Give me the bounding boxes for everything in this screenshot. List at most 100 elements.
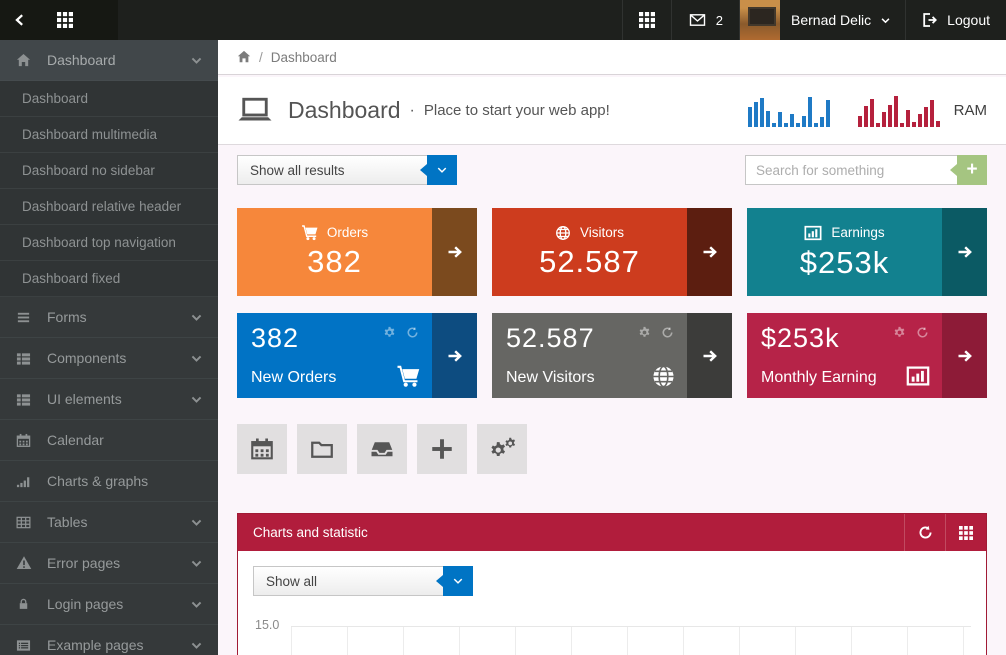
refresh-icon[interactable] (916, 326, 929, 339)
charts-panel-body: Show all 15.0 (238, 551, 986, 655)
sidebar-subitem-label: Dashboard multimedia (22, 127, 158, 142)
search-input[interactable] (746, 156, 946, 184)
sidebar-item-label: Charts & graphs (47, 473, 149, 489)
sidebar-subitem-label: Dashboard relative header (22, 199, 182, 214)
sidebar-item-forms[interactable]: Forms (0, 297, 218, 338)
calendar-button[interactable] (237, 424, 287, 474)
monthly-earning-tile[interactable]: $253k Monthly Earning (747, 313, 987, 398)
messages-count: 2 (715, 12, 724, 28)
cart-icon (396, 364, 420, 388)
sidebar: Dashboard Dashboard Dashboard multimedia… (0, 40, 218, 655)
panel-grid-button[interactable] (945, 514, 986, 551)
title-separator: · (409, 101, 415, 119)
new-visitors-tile[interactable]: 52.587 New Visitors (492, 313, 732, 398)
bars-icon (15, 310, 32, 325)
avatar[interactable] (740, 0, 781, 40)
sidebar-subitem-dashboard-relative-header[interactable]: Dashboard relative header (0, 189, 218, 225)
apps-menu-button-right[interactable] (621, 0, 671, 40)
apps-menu-button-left[interactable] (40, 0, 118, 40)
add-button[interactable] (417, 424, 467, 474)
sidebar-collapse-button[interactable] (0, 0, 40, 40)
tile-label: Earnings (831, 225, 885, 240)
th-list-icon (15, 351, 32, 366)
chevron-down-icon (880, 15, 891, 26)
sidebar-item-charts-graphs[interactable]: Charts & graphs (0, 461, 218, 502)
gear-icon[interactable] (383, 326, 396, 339)
tile-arrow-link[interactable] (687, 313, 732, 398)
earnings-tile[interactable]: Earnings $253k (747, 208, 987, 296)
tile-arrow-link[interactable] (942, 208, 987, 296)
gear-icon[interactable] (893, 326, 906, 339)
gear-icon[interactable] (638, 326, 651, 339)
chart-filter-select-value: Show all (266, 573, 318, 589)
sidebar-item-tables[interactable]: Tables (0, 502, 218, 543)
inbox-button[interactable] (357, 424, 407, 474)
sidebar-item-components[interactable]: Components (0, 338, 218, 379)
tile-arrow-link[interactable] (432, 313, 477, 398)
sidebar-subitem-dashboard-no-sidebar[interactable]: Dashboard no sidebar (0, 153, 218, 189)
globe-icon (652, 365, 675, 388)
quick-actions (237, 424, 527, 474)
sidebar-subitem-dashboard-fixed[interactable]: Dashboard fixed (0, 261, 218, 297)
tile-arrow-link[interactable] (432, 208, 477, 296)
top-navbar: 2 Bernad Delic Logout (0, 0, 1006, 40)
settings-button[interactable] (477, 424, 527, 474)
search-add-button[interactable]: + (950, 155, 987, 185)
stat-tiles-row-1: Orders 382 Visitors 52.587 Earnings $253… (237, 208, 987, 296)
chevron-down-icon (452, 575, 464, 587)
sidebar-item-error-pages[interactable]: Error pages (0, 543, 218, 584)
sidebar-item-label: Login pages (47, 596, 124, 612)
folder-button[interactable] (297, 424, 347, 474)
sidebar-subitem-label: Dashboard no sidebar (22, 163, 155, 178)
filters-row: Show all results + (237, 155, 987, 185)
grid-icon (638, 12, 655, 28)
orders-tile[interactable]: Orders 382 (237, 208, 477, 296)
cogs-icon (489, 437, 516, 461)
bar-chart-icon (804, 224, 822, 242)
sidebar-item-login-pages[interactable]: Login pages (0, 584, 218, 625)
sidebar-subitem-dashboard[interactable]: Dashboard (0, 81, 218, 117)
results-select-value: Show all results (250, 162, 345, 178)
breadcrumb-separator: / (259, 49, 263, 65)
tile-value: $253k (799, 244, 890, 280)
tile-arrow-link[interactable] (942, 313, 987, 398)
panel-refresh-button[interactable] (904, 514, 945, 551)
chevron-down-icon (190, 557, 203, 570)
charts-panel: Charts and statistic Show all 15.0 (237, 513, 987, 655)
sidebar-item-calendar[interactable]: Calendar (0, 420, 218, 461)
refresh-icon[interactable] (406, 326, 419, 339)
panel-title: Charts and statistic (253, 525, 368, 540)
sidebar-item-label: Tables (47, 514, 88, 530)
tile-arrow-link[interactable] (687, 208, 732, 296)
sidebar-item-ui-elements[interactable]: UI elements (0, 379, 218, 420)
logout-button[interactable]: Logout (905, 0, 1006, 40)
activity-sparkline (747, 94, 832, 127)
new-orders-tile[interactable]: 382 New Orders (237, 313, 477, 398)
select-dropdown-button[interactable] (420, 155, 457, 185)
home-icon[interactable] (237, 50, 251, 64)
sidebar-subitem-dashboard-multimedia[interactable]: Dashboard multimedia (0, 117, 218, 153)
y-axis-tick: 15.0 (255, 618, 280, 632)
signal-icon (15, 474, 32, 489)
refresh-icon (918, 525, 933, 540)
sidebar-subitem-dashboard-top-navigation[interactable]: Dashboard top navigation (0, 225, 218, 261)
user-name: Bernad Delic (791, 12, 872, 28)
select-dropdown-button[interactable] (436, 566, 473, 596)
lock-icon (15, 597, 32, 611)
tile-label: Orders (326, 225, 369, 240)
grid-icon (57, 12, 73, 28)
results-select[interactable]: Show all results (237, 155, 457, 185)
sidebar-item-example-pages[interactable]: Example pages (0, 625, 218, 655)
user-menu[interactable]: Bernad Delic (739, 0, 905, 40)
tile-value: 382 (307, 244, 362, 279)
messages-button[interactable]: 2 (670, 0, 739, 40)
chevron-down-icon (190, 393, 203, 406)
visitors-tile[interactable]: Visitors 52.587 (492, 208, 732, 296)
chart-filter-select[interactable]: Show all (253, 566, 473, 596)
chart-plot-area (291, 626, 971, 655)
bar-chart-icon (906, 364, 930, 388)
home-icon (15, 53, 32, 68)
refresh-icon[interactable] (661, 326, 674, 339)
sidebar-item-label: Forms (47, 309, 87, 325)
sidebar-item-dashboard[interactable]: Dashboard (0, 40, 218, 81)
